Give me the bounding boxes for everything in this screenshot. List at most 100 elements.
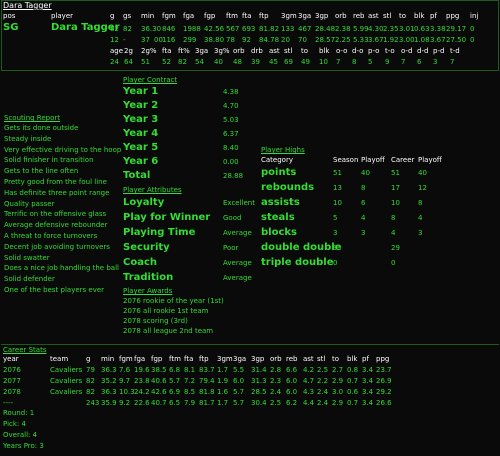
- highs-title: Player Highs: [261, 146, 305, 154]
- scouting-item: Very effective driving to the hoop: [4, 145, 122, 154]
- header-rating-label: p-d: [433, 47, 445, 55]
- career-cell: 2.4: [270, 388, 282, 396]
- header-rating-value: 6: [417, 58, 422, 66]
- career-column-label: team: [50, 355, 69, 363]
- career-cell: 79.4: [199, 377, 215, 385]
- header-stat-value: 2.25: [335, 36, 351, 44]
- career-cell: 42.6: [151, 388, 167, 396]
- header-stat-value: 12: [110, 36, 119, 44]
- header-stat-value: 42.56: [204, 25, 225, 33]
- career-cell: 35.2: [101, 377, 117, 385]
- career-cell: 6.2: [286, 399, 298, 407]
- career-column-label: to: [332, 355, 340, 363]
- scouting-title: Scouting Report: [4, 114, 61, 122]
- header-col-label: ftm: [226, 12, 238, 20]
- header-col-label: pos: [3, 12, 16, 20]
- career-cell: 40.6: [151, 377, 167, 385]
- header-stat-value: 81.82: [259, 25, 280, 33]
- scouting-item: Pretty good from the foul line: [4, 178, 107, 186]
- career-cell: 2.9: [332, 377, 344, 385]
- highs-value: 4: [418, 214, 423, 222]
- career-cell: 3.4: [362, 399, 374, 407]
- draft-item: Round: 1: [3, 409, 35, 417]
- attributes-title: Player Attributes: [123, 186, 182, 194]
- header-rating-label: o-o: [336, 47, 348, 55]
- header-stat-value: 2.35: [383, 25, 399, 33]
- career-cell: 5.7: [169, 377, 181, 385]
- highs-value: 10: [333, 199, 342, 207]
- attribute-label: Loyalty: [123, 197, 165, 208]
- scouting-item: Quality passer: [4, 199, 55, 208]
- career-cell: 6.8: [169, 366, 181, 374]
- career-cell: 1.7: [217, 399, 229, 407]
- contract-year-value: 5.03: [223, 116, 239, 124]
- scouting-item: Solid swatter: [4, 253, 50, 262]
- career-cell: 26.9: [376, 377, 392, 385]
- header-rating-value: 7: [336, 58, 341, 66]
- highs-value: 4: [391, 229, 396, 237]
- scouting-item: Gets its done outside: [4, 124, 79, 132]
- header-stat-value: 1.92: [383, 36, 399, 44]
- attribute-value: Good: [223, 214, 242, 222]
- career-cell: 28.5: [251, 388, 267, 396]
- header-stat-value: 4.30: [368, 25, 384, 33]
- header-rating-label: 2g%: [141, 47, 157, 55]
- career-cell: 31.3: [251, 377, 267, 385]
- career-cell: 3.4: [362, 377, 374, 385]
- highs-value: 3: [333, 229, 338, 237]
- header-rating-label: t-d: [450, 47, 460, 55]
- header-stat-value: 5.33: [353, 36, 369, 44]
- contract-year-value: 4.38: [223, 88, 239, 96]
- highs-value: 40: [418, 169, 427, 177]
- header-rating-label: o-d: [401, 47, 413, 55]
- scouting-list: Gets its done outside Steady inside Very e…: [4, 124, 122, 304]
- career-column-label: 3ga: [233, 355, 247, 363]
- header-rating-value: 39: [251, 58, 260, 66]
- highs-value: 40: [361, 169, 370, 177]
- career-column-label: reb: [286, 355, 298, 363]
- contract-year-label: Total: [123, 170, 151, 181]
- career-title: Career Stats: [3, 346, 47, 354]
- career-cell: 5.7: [233, 399, 245, 407]
- career-cell: 82: [86, 377, 95, 385]
- highs-column-label: Season: [333, 156, 359, 164]
- header-stat-value: 567: [226, 25, 240, 33]
- header-stat-value: 3.67: [430, 36, 446, 44]
- contract-year-label: Year 6: [123, 156, 159, 167]
- career-cell: 6.0: [286, 377, 298, 385]
- header-stat-value: 846: [162, 25, 176, 33]
- awards-title: Player Awards: [123, 287, 173, 295]
- header-stat-value: 0.63: [414, 25, 430, 33]
- header-stat-value: 82: [123, 25, 132, 33]
- career-cell: 2.4: [317, 388, 329, 396]
- scouting-item: Terrific on the offensive glass: [4, 210, 107, 219]
- header-stat-value: 116: [162, 36, 176, 44]
- highs-value: 3: [361, 229, 366, 237]
- header-stat-value: 693: [242, 25, 256, 33]
- career-cell: 6.6: [286, 366, 298, 374]
- career-cell: 24.2: [134, 388, 150, 396]
- career-cell: 7.6: [119, 366, 131, 374]
- highs-value: 4: [361, 214, 366, 222]
- header-col-label: fgp: [204, 12, 216, 20]
- header-col-label: stl: [383, 12, 392, 20]
- scouting-item: A threat to force turnovers: [4, 232, 98, 240]
- career-column-label: 3gp: [251, 355, 265, 363]
- highs-value: 8: [391, 214, 396, 222]
- career-cell: 7.9: [184, 399, 196, 407]
- career-cell: 2.3: [270, 377, 282, 385]
- header-col-label: ftp: [259, 12, 269, 20]
- header-stat-value: 78: [226, 36, 235, 44]
- career-cell: 2.5: [270, 399, 282, 407]
- header-rating-label: 3g%: [214, 47, 230, 55]
- highs-category: triple double: [261, 257, 334, 268]
- career-cell: 3.4: [362, 366, 374, 374]
- highs-value: 12: [418, 184, 427, 192]
- career-cell: 3.4: [362, 388, 374, 396]
- header-rating-value: 5: [368, 58, 373, 66]
- header-rating-label: d-d: [417, 47, 429, 55]
- header-rating-label: ft%: [178, 47, 190, 55]
- attribute-value: Excellent: [223, 199, 255, 207]
- header-rating-value: 8: [352, 58, 357, 66]
- career-cell: 4.3: [303, 388, 315, 396]
